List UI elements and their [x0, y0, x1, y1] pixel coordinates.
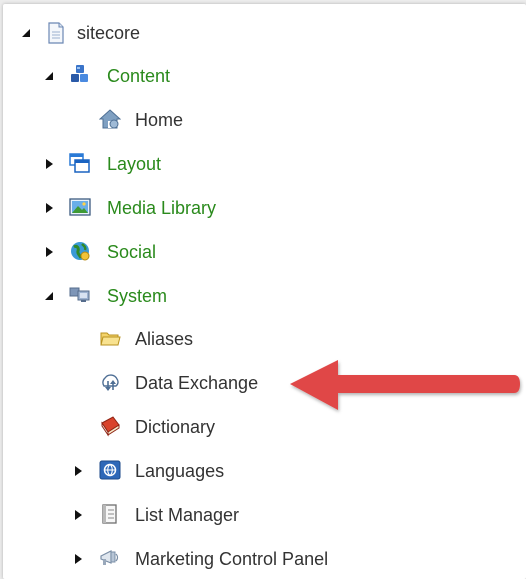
tree-node-languages[interactable]: Languages: [3, 456, 526, 486]
collapse-triangle-icon[interactable]: [42, 289, 56, 303]
expand-triangle-icon[interactable]: [71, 508, 85, 522]
tree-node-data-exchange[interactable]: Data Exchange: [3, 368, 283, 398]
tree-node-label[interactable]: Content: [107, 65, 170, 87]
home-icon: [98, 109, 122, 129]
expand-triangle-icon[interactable]: [71, 464, 85, 478]
tree-node-content[interactable]: Content: [3, 61, 526, 91]
tree-node-system[interactable]: System: [3, 281, 526, 311]
tree-node-label[interactable]: Social: [107, 241, 156, 263]
tree-node-home[interactable]: Home: [3, 105, 526, 135]
tree-node-label[interactable]: List Manager: [135, 504, 239, 526]
expand-triangle-icon[interactable]: [42, 245, 56, 259]
tree-node-label[interactable]: Marketing Control Panel: [135, 548, 328, 570]
tree-node-layout[interactable]: Layout: [3, 149, 526, 179]
tree-node-marketing-control-panel[interactable]: Marketing Control Panel: [3, 544, 526, 574]
list-manager-icon: [99, 503, 119, 524]
tree-node-media-library[interactable]: Media Library: [3, 193, 526, 223]
layout-windows-icon: [69, 152, 90, 173]
marketing-icon: [99, 548, 119, 568]
red-arrow-icon: [290, 360, 520, 410]
tree-node-label[interactable]: Dictionary: [135, 416, 215, 438]
tree-node-social[interactable]: Social: [3, 237, 526, 267]
folder-icon: [99, 328, 121, 348]
tree-node-sitecore[interactable]: sitecore: [3, 18, 526, 48]
page-icon: [47, 22, 67, 44]
tree-node-aliases[interactable]: Aliases: [3, 324, 526, 354]
tree-node-label[interactable]: Home: [135, 109, 183, 131]
expand-triangle-icon[interactable]: [42, 157, 56, 171]
globe-icon: [69, 240, 90, 261]
tree-node-label[interactable]: Media Library: [107, 197, 216, 219]
tree-node-label[interactable]: sitecore: [77, 22, 140, 44]
content-cubes-icon: [69, 64, 89, 84]
languages-icon: [99, 460, 121, 480]
book-icon: [99, 415, 120, 437]
data-exchange-icon: [99, 371, 119, 391]
collapse-triangle-icon[interactable]: [19, 26, 33, 40]
collapse-triangle-icon[interactable]: [42, 69, 56, 83]
tree-node-list-manager[interactable]: List Manager: [3, 500, 526, 530]
content-tree-panel: sitecore Content Home Layout Media Libra…: [3, 4, 526, 579]
tree-node-label[interactable]: Layout: [107, 153, 161, 175]
expand-triangle-icon[interactable]: [71, 552, 85, 566]
expand-triangle-icon[interactable]: [42, 201, 56, 215]
tree-node-label[interactable]: Data Exchange: [135, 372, 258, 394]
tree-node-label[interactable]: Languages: [135, 460, 224, 482]
picture-icon: [69, 197, 91, 217]
tree-node-label[interactable]: System: [107, 285, 167, 307]
system-computers-icon: [69, 285, 90, 305]
tree-node-label[interactable]: Aliases: [135, 328, 193, 350]
